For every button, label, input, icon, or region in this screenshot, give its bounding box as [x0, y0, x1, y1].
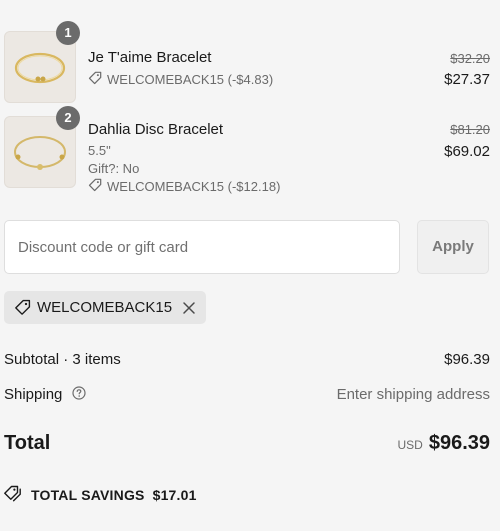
original-price: $81.20 — [450, 122, 490, 137]
shipping-label-wrap: Shipping — [4, 386, 86, 404]
total-row: Total USD $96.39 — [4, 432, 490, 460]
tag-icon — [88, 178, 107, 195]
shipping-label: Shipping — [4, 386, 63, 403]
product-name: Je T'aime Bracelet — [88, 49, 212, 66]
item-price: $27.37 — [444, 71, 490, 88]
savings-tag-icon — [4, 485, 31, 505]
apply-button[interactable]: Apply — [417, 220, 489, 274]
item-discount-text: WELCOMEBACK15 (-$4.83) — [107, 72, 274, 87]
savings-label: TOTAL SAVINGS — [31, 487, 145, 503]
item-price: $69.02 — [444, 143, 490, 160]
subtotal-label: Subtotal · 3 items — [4, 351, 121, 368]
shipping-value: Enter shipping address — [336, 386, 490, 403]
quantity-badge: 1 — [56, 21, 80, 45]
gift-option: Gift?: No — [88, 161, 140, 176]
total-savings: TOTAL SAVINGS $17.01 — [4, 485, 197, 505]
original-price: $32.20 — [450, 51, 490, 66]
item-discount: WELCOMEBACK15 (-$12.18) — [88, 178, 280, 195]
tag-icon — [14, 299, 31, 316]
currency-code: USD — [397, 438, 423, 452]
variant-size: 5.5" — [88, 143, 111, 158]
discount-code-input[interactable] — [4, 220, 400, 274]
subtotal-value: $96.39 — [444, 351, 490, 368]
product-name: Dahlia Disc Bracelet — [88, 121, 224, 138]
item-discount: WELCOMEBACK15 (-$4.83) — [88, 71, 273, 88]
total-amount-wrap: USD $96.39 — [397, 432, 490, 455]
tag-icon — [88, 71, 107, 88]
line-item-dahlia-disc: 2 Dahlia Disc Bracelet 5.5" Gift?: No WE… — [4, 106, 490, 194]
savings-value: $17.01 — [152, 487, 197, 503]
item-discount-text: WELCOMEBACK15 (-$12.18) — [107, 179, 281, 194]
total-value: $96.39 — [428, 432, 490, 454]
applied-discount-code: WELCOMEBACK15 — [37, 299, 173, 316]
line-item-je-taime: 1 Je T'aime Bracelet WELCOMEBACK15 (-$4.… — [4, 21, 490, 103]
total-label: Total — [4, 432, 51, 454]
help-circle-icon[interactable] — [71, 386, 86, 404]
applied-discount-chip: WELCOMEBACK15 — [4, 291, 207, 324]
quantity-badge: 2 — [56, 106, 80, 130]
close-icon[interactable] — [182, 301, 196, 315]
